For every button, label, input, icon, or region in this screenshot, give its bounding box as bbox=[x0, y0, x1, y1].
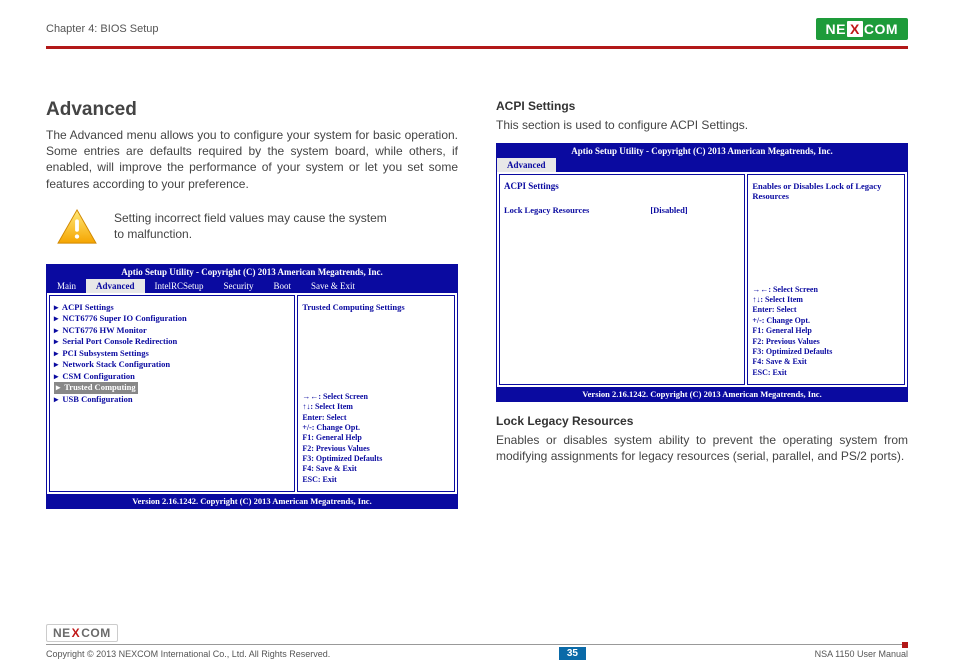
footer-brand-logo: NEXCOM bbox=[46, 624, 118, 642]
bios-tab-save-exit: Save & Exit bbox=[301, 279, 365, 293]
bios-footer: Version 2.16.1242. Copyright (C) 2013 Am… bbox=[497, 387, 907, 401]
page-header: Chapter 4: BIOS Setup NEXCOM bbox=[46, 18, 908, 44]
bios-help-line: F2: Previous Values bbox=[302, 444, 450, 454]
arrow-right-icon: ▸ bbox=[54, 302, 58, 312]
bios-menu-list: ACPI Settings Lock Legacy Resources [Dis… bbox=[499, 174, 745, 385]
acpi-heading: ACPI Settings bbox=[496, 99, 908, 113]
warning-text: Setting incorrect field values may cause… bbox=[114, 208, 394, 242]
bios-footer: Version 2.16.1242. Copyright (C) 2013 Am… bbox=[47, 494, 457, 508]
lock-legacy-heading: Lock Legacy Resources bbox=[496, 414, 908, 428]
bios-tabs: Advanced bbox=[497, 158, 907, 172]
bios-menu-item: ▸ Serial Port Console Redirection bbox=[54, 336, 290, 347]
brand-logo: NEXCOM bbox=[816, 18, 908, 40]
page-title: Advanced bbox=[46, 99, 458, 121]
brand-x-icon: X bbox=[847, 21, 863, 37]
bios-help-line: ↑↓: Select Item bbox=[752, 295, 900, 305]
arrow-right-icon: ▸ bbox=[54, 394, 58, 404]
bios-right-panel: Enables or Disables Lock of Legacy Resou… bbox=[747, 174, 905, 385]
bios-menu-item: ▸ USB Configuration bbox=[54, 394, 290, 405]
warning-icon bbox=[56, 208, 98, 246]
bios-title-bar: Aptio Setup Utility - Copyright (C) 2013… bbox=[47, 265, 457, 279]
bios-help-line: F4: Save & Exit bbox=[302, 464, 450, 474]
bios-help-line: →←: Select Screen bbox=[302, 392, 450, 402]
bios-menu-list: ▸ ACPI Settings▸ NCT6776 Super IO Config… bbox=[49, 295, 295, 493]
intro-paragraph: The Advanced menu allows you to configur… bbox=[46, 127, 458, 192]
bios-help-line: F1: General Help bbox=[752, 326, 900, 336]
bios-help-line: F4: Save & Exit bbox=[752, 357, 900, 367]
footer-divider bbox=[46, 644, 908, 645]
content-columns: Advanced The Advanced menu allows you to… bbox=[46, 99, 908, 509]
bios-advanced-screenshot: Aptio Setup Utility - Copyright (C) 2013… bbox=[46, 264, 458, 510]
footer-copyright: Copyright © 2013 NEXCOM International Co… bbox=[46, 649, 330, 659]
right-column: ACPI Settings This section is used to co… bbox=[496, 99, 908, 509]
bios-help-keys: →←: Select Screen↑↓: Select ItemEnter: S… bbox=[752, 285, 900, 379]
bios-tab-main: Main bbox=[47, 279, 86, 293]
bios-title-bar: Aptio Setup Utility - Copyright (C) 2013… bbox=[497, 144, 907, 158]
arrow-right-icon: ▸ bbox=[54, 348, 58, 358]
bios-menu-item: ▸ ACPI Settings bbox=[54, 302, 290, 313]
bios-menu-item: ▸ CSM Configuration bbox=[54, 371, 290, 382]
bios-help-line: F3: Optimized Defaults bbox=[752, 347, 900, 357]
page-number: 35 bbox=[559, 647, 586, 660]
bios-help-line: +/-: Change Opt. bbox=[752, 316, 900, 326]
bios-help-keys: →←: Select Screen↑↓: Select ItemEnter: S… bbox=[302, 392, 450, 486]
lock-legacy-desc: Enables or disables system ability to pr… bbox=[496, 432, 908, 464]
bios-menu-item: ▸ NCT6776 HW Monitor bbox=[54, 325, 290, 336]
arrow-right-icon: ▸ bbox=[54, 359, 58, 369]
bios-setting-row: Lock Legacy Resources [Disabled] bbox=[504, 205, 740, 215]
bios-setting-value: [Disabled] bbox=[650, 205, 740, 215]
bios-help-line: ESC: Exit bbox=[752, 368, 900, 378]
bios-tab-advanced: Advanced bbox=[497, 158, 556, 172]
bios-help-line: →←: Select Screen bbox=[752, 285, 900, 295]
acpi-desc: This section is used to configure ACPI S… bbox=[496, 117, 908, 133]
bios-right-desc: Enables or Disables Lock of Legacy Resou… bbox=[752, 181, 900, 271]
arrow-right-icon: ▸ bbox=[54, 371, 58, 381]
bios-acpi-screenshot: Aptio Setup Utility - Copyright (C) 2013… bbox=[496, 143, 908, 402]
bios-menu-item: ▸ Trusted Computing bbox=[54, 382, 138, 393]
header-divider bbox=[46, 46, 908, 49]
bios-tab-security: Security bbox=[214, 279, 264, 293]
bios-right-desc: Trusted Computing Settings bbox=[302, 302, 450, 392]
bios-tab-intelrcsetup: IntelRCSetup bbox=[145, 279, 214, 293]
arrow-right-icon: ▸ bbox=[54, 336, 58, 346]
arrow-right-icon: ▸ bbox=[54, 325, 58, 335]
bios-menu-item: ▸ PCI Subsystem Settings bbox=[54, 348, 290, 359]
bios-right-panel: Trusted Computing Settings →←: Select Sc… bbox=[297, 295, 455, 493]
bios-help-line: Enter: Select bbox=[752, 305, 900, 315]
bios-help-line: Enter: Select bbox=[302, 413, 450, 423]
bios-setting-label: Lock Legacy Resources bbox=[504, 205, 650, 215]
bios-help-line: +/-: Change Opt. bbox=[302, 423, 450, 433]
bios-menu-item: ▸ NCT6776 Super IO Configuration bbox=[54, 313, 290, 324]
arrow-right-icon: ▸ bbox=[56, 382, 60, 392]
arrow-right-icon: ▸ bbox=[54, 313, 58, 323]
footer-doc-title: NSA 1150 User Manual bbox=[815, 649, 908, 659]
bios-section-title: ACPI Settings bbox=[504, 181, 740, 191]
bios-help-line: ↑↓: Select Item bbox=[302, 402, 450, 412]
bios-tab-advanced: Advanced bbox=[86, 279, 145, 293]
bios-help-line: F1: General Help bbox=[302, 433, 450, 443]
bios-help-line: F3: Optimized Defaults bbox=[302, 454, 450, 464]
warning-block: Setting incorrect field values may cause… bbox=[56, 208, 458, 246]
bios-help-line: ESC: Exit bbox=[302, 475, 450, 485]
bios-menu-item: ▸ Network Stack Configuration bbox=[54, 359, 290, 370]
page-footer: NEXCOM Copyright © 2013 NEXCOM Internati… bbox=[46, 624, 908, 660]
chapter-title: Chapter 4: BIOS Setup bbox=[46, 23, 159, 35]
bios-tab-boot: Boot bbox=[264, 279, 302, 293]
bios-help-line: F2: Previous Values bbox=[752, 337, 900, 347]
brand-x-icon: X bbox=[72, 626, 81, 640]
bios-tabs: MainAdvancedIntelRCSetupSecurityBootSave… bbox=[47, 279, 457, 293]
left-column: Advanced The Advanced menu allows you to… bbox=[46, 99, 458, 509]
